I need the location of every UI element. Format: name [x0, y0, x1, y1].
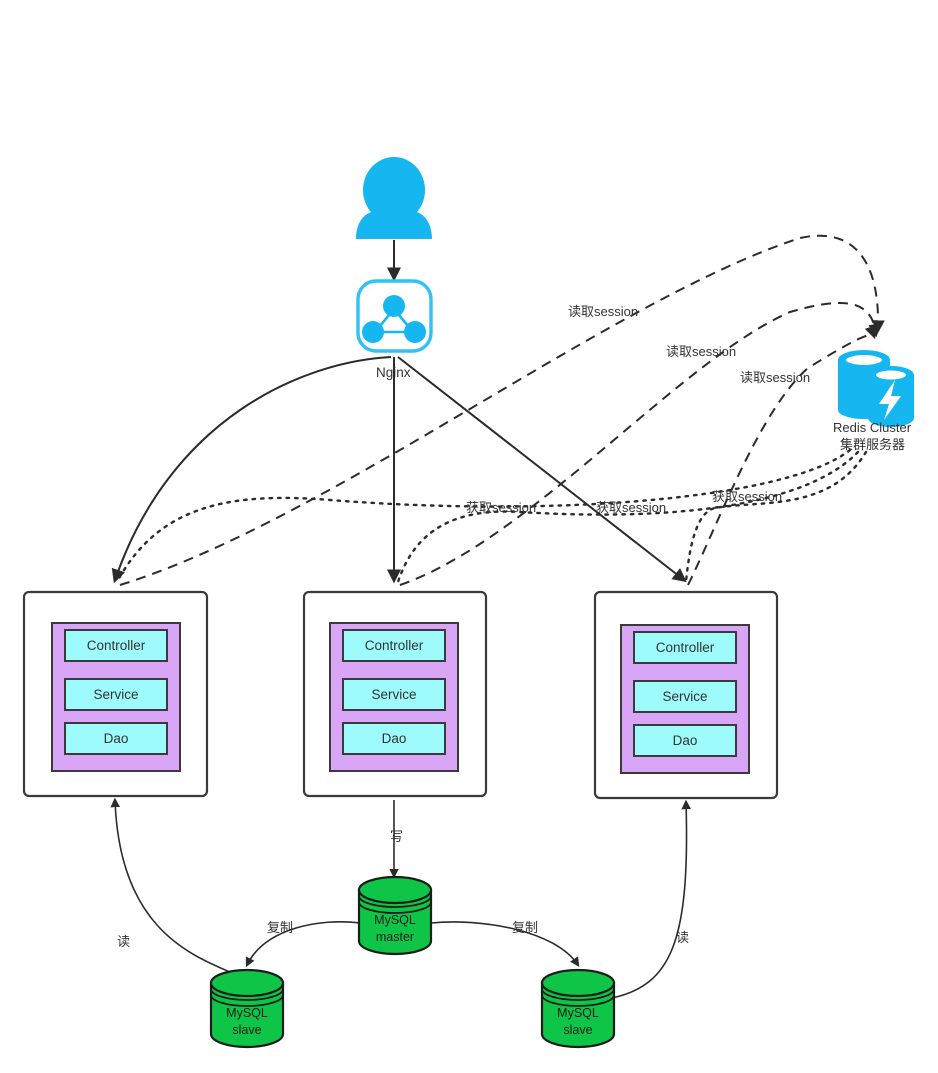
edge-db-replicate-right: [430, 921, 580, 968]
app-server-3: Controller Service Dao: [593, 590, 779, 800]
db-replicate-left-label: 复制: [267, 920, 293, 935]
db-read-left-label: 读: [117, 934, 130, 949]
write-session-label-1: 读取session: [568, 304, 638, 319]
app-server-2-service-label: Service: [371, 687, 416, 702]
edge-redis-to-app3: [684, 450, 868, 584]
edge-app1-write-session: [119, 234, 885, 586]
mysql-master-line2: master: [376, 930, 414, 944]
mysql-slave-left: MySQL slave: [209, 968, 285, 1049]
edge-app2-write-session: [399, 301, 882, 586]
edge-redis-to-app2: [396, 450, 860, 584]
app-server-2: Controller Service Dao: [302, 590, 488, 798]
fetch-session-label-1: 获取session: [466, 500, 536, 515]
app-server-2-controller-label: Controller: [365, 638, 424, 653]
mysql-slave-left-line1: MySQL: [226, 1006, 268, 1020]
mysql-slave-right-line2: slave: [563, 1023, 592, 1037]
app-server-3-dao-label: Dao: [673, 733, 698, 748]
mysql-slave-right: MySQL slave: [540, 968, 616, 1049]
write-session-label-2: 读取session: [666, 344, 736, 359]
edge-db-replicate-left: [245, 921, 361, 968]
edge-nginx-to-app1: [111, 356, 392, 584]
mysql-master: MySQL master: [357, 875, 433, 956]
edge-db-read-left: [110, 797, 248, 981]
app-server-2-dao-label: Dao: [382, 731, 407, 746]
nginx-icon: [356, 279, 433, 353]
edge-db-read-right: [611, 799, 692, 999]
app-server-1: Controller Service Dao: [22, 590, 209, 798]
architecture-diagram: Nginx 读取session 读取session 读取session 获取se…: [0, 0, 938, 1073]
app-server-1-dao-label: Dao: [104, 731, 129, 746]
mysql-slave-left-line2: slave: [232, 1023, 261, 1037]
fetch-session-label-3: 获取session: [712, 489, 782, 504]
fetch-session-label-2: 获取session: [596, 500, 666, 515]
redis-label-en: Redis Cluster: [833, 420, 912, 435]
mysql-master-line1: MySQL: [374, 913, 416, 927]
app-server-1-service-label: Service: [93, 687, 138, 702]
app-server-3-controller-label: Controller: [656, 640, 715, 655]
db-replicate-right-label: 复制: [512, 920, 538, 935]
app-server-3-service-label: Service: [662, 689, 707, 704]
write-session-label-3: 读取session: [740, 370, 810, 385]
db-read-right-label: 读: [676, 930, 689, 945]
edge-nginx-to-app3: [397, 356, 687, 583]
redis-cluster-icon: [838, 350, 914, 427]
redis-label-cn: 集群服务器: [840, 437, 905, 452]
app-server-1-controller-label: Controller: [87, 638, 146, 653]
db-write-label: 写: [390, 829, 403, 844]
mysql-slave-right-line1: MySQL: [557, 1006, 599, 1020]
user-icon: [356, 157, 432, 239]
